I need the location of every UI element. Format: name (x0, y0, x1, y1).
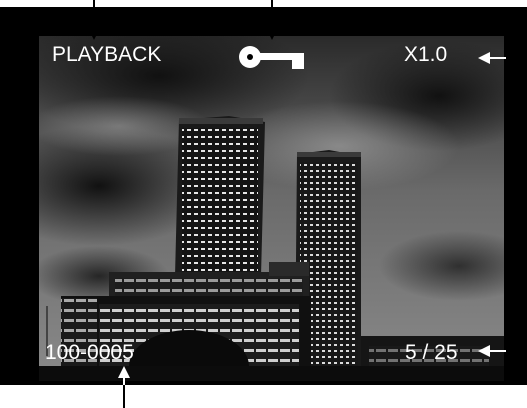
playback-image (39, 36, 504, 381)
file-number: 100-0005 (45, 341, 134, 364)
zoom-level-label: X1.0 (404, 43, 448, 66)
playback-mode-label: PLAYBACK (52, 43, 162, 66)
key-lock-icon (238, 45, 304, 71)
frame-counter: 5 / 25 (405, 341, 458, 364)
